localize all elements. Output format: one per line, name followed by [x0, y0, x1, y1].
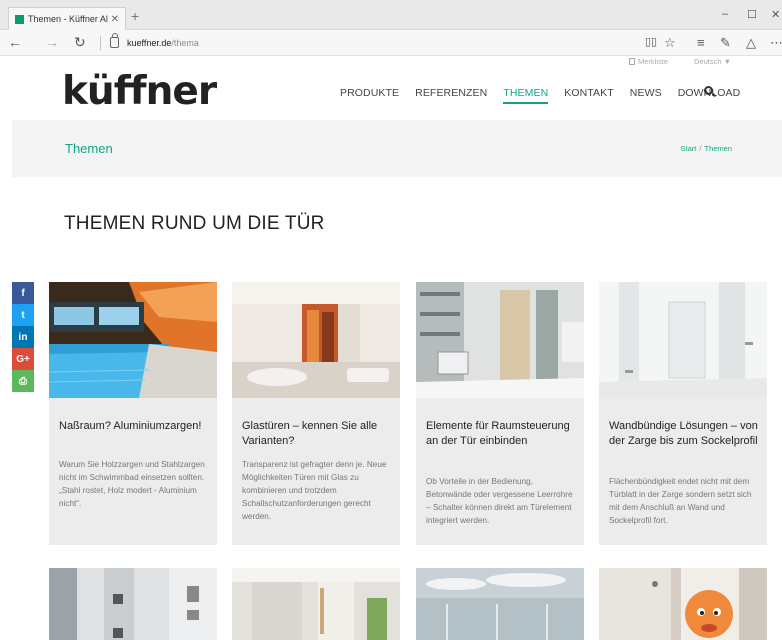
facebook-icon[interactable]: f — [12, 282, 34, 304]
hub-icon[interactable]: ≡ — [697, 35, 705, 50]
more-icon[interactable]: ⋯ — [770, 35, 782, 51]
breadcrumb-start[interactable]: Start — [681, 144, 697, 153]
share-icon[interactable]: △ — [746, 35, 756, 51]
print-icon[interactable]: ⎙ — [12, 370, 34, 392]
twitter-icon[interactable]: t — [12, 304, 34, 326]
minimize-icon[interactable]: – — [722, 8, 728, 20]
search-icon[interactable] — [704, 86, 713, 95]
page-title-band: Themen Start / Themen — [12, 120, 782, 177]
card-image-pool — [49, 282, 217, 398]
utility-bar: Merkliste Deutsch ▼ — [0, 56, 782, 68]
card-title[interactable]: Glastüren – kennen Sie alle Varianten? — [242, 419, 394, 449]
card-image-room-control — [416, 282, 584, 398]
forward-icon[interactable]: → — [45, 34, 59, 50]
card-text: Ob Vorteile in der Bedienung, Betonwände… — [426, 477, 573, 525]
topic-card-image[interactable] — [49, 568, 217, 640]
card-text: Warum Sie Holzzargen und Stahlzargen nic… — [59, 460, 205, 508]
breadcrumb-current: Themen — [704, 144, 732, 153]
nav-kontakt[interactable]: KONTAKT — [564, 87, 614, 104]
close-window-icon[interactable]: ✕ — [771, 8, 780, 21]
main-nav: PRODUKTE REFERENZEN THEMEN KONTAKT NEWS … — [340, 87, 756, 104]
merkliste-link[interactable]: Merkliste — [629, 57, 668, 66]
refresh-icon[interactable]: ↻ — [74, 34, 86, 51]
topic-card[interactable]: Wandbündige Lösungen – von der Zarge bis… — [599, 282, 767, 545]
back-icon[interactable]: ← — [8, 34, 22, 50]
section-heading: THEMEN RUND UM DIE TÜR — [64, 213, 325, 234]
address-bar: ← → ↻ kueffner.de/thema ▯▯ ☆ ≡ ✎ △ ⋯ — [0, 30, 782, 56]
nav-themen[interactable]: THEMEN — [503, 87, 549, 104]
topic-card[interactable]: Glastüren – kennen Sie alle Varianten? T… — [232, 282, 400, 545]
breadcrumb: Start / Themen — [680, 144, 732, 153]
card-text: Transparenz ist gefragter denn je. Neue … — [242, 460, 387, 521]
topic-card-image[interactable] — [599, 568, 767, 640]
url-field[interactable]: kueffner.de/thema — [127, 38, 199, 48]
browser-tab[interactable]: Themen - Küffner Aluza ✕ — [8, 7, 126, 30]
tab-title: Themen - Küffner Aluza — [28, 14, 108, 24]
topic-card[interactable]: Naßraum? Aluminiumzargen! Warum Sie Holz… — [49, 282, 217, 545]
card-title[interactable]: Wandbündige Lösungen – von der Zarge bis… — [609, 419, 761, 449]
card-title[interactable]: Elemente für Raumsteuerung an der Tür ei… — [426, 419, 578, 449]
topic-card[interactable]: Elemente für Raumsteuerung an der Tür ei… — [416, 282, 584, 545]
card-title[interactable]: Naßraum? Aluminiumzargen! — [59, 419, 211, 434]
social-share-bar: f t in G+ ⎙ — [12, 282, 34, 392]
topic-card-image[interactable] — [416, 568, 584, 640]
bookmark-icon — [629, 58, 635, 65]
nav-news[interactable]: NEWS — [630, 87, 662, 104]
nav-produkte[interactable]: PRODUKTE — [340, 87, 399, 104]
language-select[interactable]: Deutsch ▼ — [694, 57, 731, 66]
nav-referenzen[interactable]: REFERENZEN — [415, 87, 487, 104]
lock-icon — [110, 33, 119, 48]
card-text: Flächenbündigkeit endet nicht mit dem Tü… — [609, 477, 752, 525]
web-note-icon[interactable]: ✎ — [720, 35, 731, 51]
favorite-star-icon[interactable]: ☆ — [664, 35, 676, 51]
reading-view-icon[interactable]: ▯▯ — [645, 35, 657, 48]
card-image-flush-wall — [599, 282, 767, 398]
site-logo[interactable]: küffner — [62, 70, 217, 114]
favicon-icon — [15, 14, 24, 24]
maximize-icon[interactable]: ☐ — [747, 8, 757, 21]
tab-close-icon[interactable]: ✕ — [111, 14, 119, 25]
linkedin-icon[interactable]: in — [12, 326, 34, 348]
new-tab-icon[interactable]: + — [131, 8, 139, 24]
google-plus-icon[interactable]: G+ — [12, 348, 34, 370]
browser-titlebar: Themen - Küffner Aluza ✕ + – ☐ ✕ — [0, 0, 782, 30]
page-title: Themen — [65, 141, 113, 156]
card-image-glass-doors — [232, 282, 400, 398]
topic-card-image[interactable] — [232, 568, 400, 640]
